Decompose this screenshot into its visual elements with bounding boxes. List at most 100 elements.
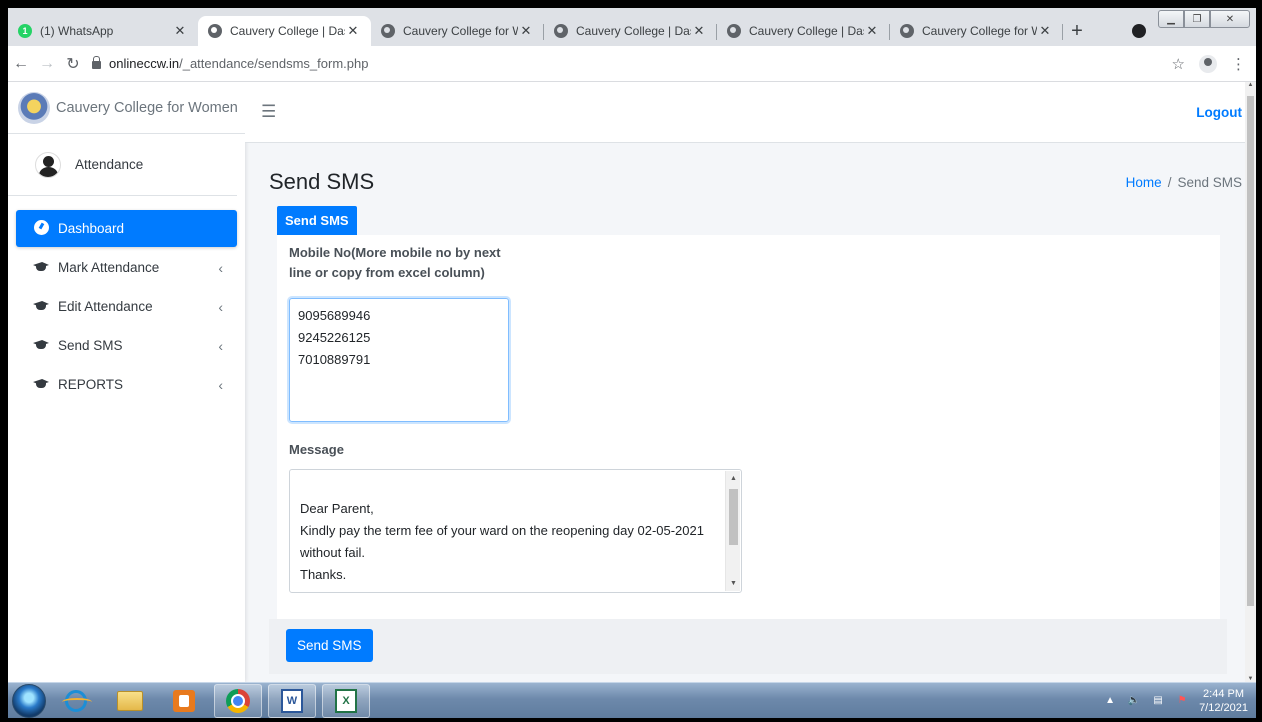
clock-time: 2:44 PM [1203,687,1245,700]
taskbar-excel[interactable]: X [322,683,370,718]
browser-toolbar: ← → ↻ onlineccw.in/_attendance/sendsms_f… [8,46,1256,82]
tab-title: Cauvery College for Wo [403,24,518,38]
sidebar-item-label: REPORTS [58,377,124,392]
word-icon: W [281,688,303,713]
window-controls: ▁ ❐ ✕ [1158,10,1250,28]
send-sms-card: Send SMS Mobile No(More mobile no by nex… [277,206,1220,621]
taskbar-file-explorer[interactable] [106,684,154,718]
page-scrollbar[interactable]: ▲ ▼ [1245,82,1256,682]
chevron-left-icon: ‹ [218,298,223,315]
mobile-number-label: Mobile No(More mobile no by next line or… [289,245,501,280]
sidebar-item-label: Dashboard [58,221,125,236]
sidebar-item-edit-attendance[interactable]: Edit Attendance ‹ [16,288,237,325]
scroll-up-icon[interactable]: ▲ [1245,82,1256,88]
action-center-icon[interactable]: ⚑ [1175,694,1189,708]
scrollbar-thumb[interactable] [1247,96,1254,606]
excel-icon: X [335,688,357,713]
tab-close-icon[interactable]: ✕ [518,23,534,39]
internet-explorer-icon [62,689,92,712]
globe-icon [900,24,914,38]
taskbar-chrome[interactable] [214,683,262,718]
folder-icon [117,690,143,711]
user-panel: Attendance [8,134,237,196]
star-icon[interactable]: ☆ [1172,55,1185,73]
sidebar-item-send-sms[interactable]: Send SMS ‹ [16,327,237,364]
sidebar-item-reports[interactable]: REPORTS ‹ [16,366,237,403]
graduation-cap-icon [30,299,52,315]
volume-muted-icon[interactable]: 🔈 [1127,694,1141,708]
dashboard-icon [30,219,52,238]
tab-close-icon[interactable]: ✕ [691,23,707,39]
message-textarea[interactable]: Dear Parent, Kindly pay the term fee of … [289,469,742,593]
hamburger-menu-icon[interactable]: ☰ [261,102,276,122]
chevron-left-icon: ‹ [218,376,223,393]
browser-tab-dashboard-active[interactable]: Cauvery College | Dashb ✕ [198,16,371,46]
sidebar-item-dashboard[interactable]: Dashboard [16,210,237,247]
card-tab-send-sms[interactable]: Send SMS [277,206,357,235]
browser-tab-college[interactable]: Cauvery College for Wo ✕ [371,16,544,46]
maximize-icon[interactable]: ❐ [1184,10,1210,28]
tab-title: Cauvery College for Wo [922,24,1037,38]
close-window-icon[interactable]: ✕ [1210,10,1250,28]
url-path: /_attendance/sendsms_form.php [179,56,369,71]
browser-tab-dashboard[interactable]: Cauvery College | Dashb ✕ [544,16,717,46]
more-menu-icon[interactable]: ⋮ [1231,55,1246,73]
scroll-up-icon[interactable]: ▲ [726,471,741,486]
tab-separator [1062,24,1063,40]
url-host: onlineccw.in [109,56,180,71]
sidebar-item-label: Mark Attendance [58,260,160,275]
graduation-cap-icon [30,338,52,354]
show-hidden-icons-icon[interactable]: ▲ [1103,694,1117,708]
network-icon[interactable]: ▤ [1151,694,1165,708]
taskbar-media-player[interactable] [160,684,208,718]
browser-tab-college[interactable]: Cauvery College for Wo ✕ [890,16,1063,46]
scrollbar-thumb[interactable] [729,489,738,545]
tab-close-icon[interactable]: ✕ [1037,23,1053,39]
browser-tab-strip: 1 (1) WhatsApp ✕ Cauvery College | Dashb… [8,8,1256,46]
taskbar-internet-explorer[interactable] [52,684,100,718]
tab-close-icon[interactable]: ✕ [864,23,880,39]
windows-taskbar: W X ▲ 🔈 ▤ ⚑ 2:44 PM 7/12/2021 [8,682,1256,718]
tab-search-icon[interactable] [1132,24,1146,38]
browser-tab-whatsapp[interactable]: 1 (1) WhatsApp ✕ [8,16,198,46]
user-name[interactable]: Attendance [75,157,143,172]
browser-tab-dashboard[interactable]: Cauvery College | Dashb ✕ [717,16,890,46]
tab-title: Cauvery College | Dashb [576,24,691,38]
globe-icon [381,24,395,38]
message-scrollbar[interactable]: ▲ ▼ [725,471,740,591]
tab-title: Cauvery College | Dashb [749,24,864,38]
toolbar-actions: ☆ ⋮ [1172,54,1256,73]
breadcrumb-home-link[interactable]: Home [1126,175,1162,190]
forward-arrow-icon[interactable]: → [34,55,60,73]
page-viewport: Cauvery College for Women Attendance Das… [8,82,1256,682]
send-sms-button[interactable]: Send SMS [286,629,373,662]
sidebar-item-mark-attendance[interactable]: Mark Attendance ‹ [16,249,237,286]
address-bar[interactable]: onlineccw.in/_attendance/sendsms_form.ph… [92,50,1172,78]
content-header: Send SMS Home / Send SMS [245,157,1256,207]
sidebar: Cauvery College for Women Attendance Das… [8,82,245,682]
new-tab-button[interactable]: + [1063,16,1091,46]
logout-link[interactable]: Logout [1196,105,1242,120]
page-title: Send SMS [269,169,375,194]
profile-avatar-icon[interactable] [1199,54,1217,73]
graduation-cap-icon [30,377,52,393]
brand-link[interactable]: Cauvery College for Women [8,82,245,134]
back-arrow-icon[interactable]: ← [8,55,34,73]
taskbar-clock[interactable]: 2:44 PM 7/12/2021 [1199,687,1248,715]
start-button-icon[interactable] [12,683,46,718]
tab-close-icon[interactable]: ✕ [345,23,361,39]
college-logo [18,91,50,124]
reload-icon[interactable]: ↻ [60,54,86,74]
taskbar-word[interactable]: W [268,683,316,718]
mobile-numbers-textarea[interactable]: 9095689946 9245226125 7010889791 [289,298,509,422]
tab-title: Cauvery College | Dashb [230,24,345,38]
tab-close-icon[interactable]: ✕ [172,23,188,39]
minimize-icon[interactable]: ▁ [1158,10,1184,28]
breadcrumb: Home / Send SMS [1126,175,1242,190]
message-label: Message [289,442,344,457]
globe-icon [208,24,222,38]
graduation-cap-icon [30,260,52,276]
card-body: Mobile No(More mobile no by next line or… [277,235,1220,621]
media-player-icon [173,689,195,712]
scroll-down-icon[interactable]: ▼ [726,576,741,591]
